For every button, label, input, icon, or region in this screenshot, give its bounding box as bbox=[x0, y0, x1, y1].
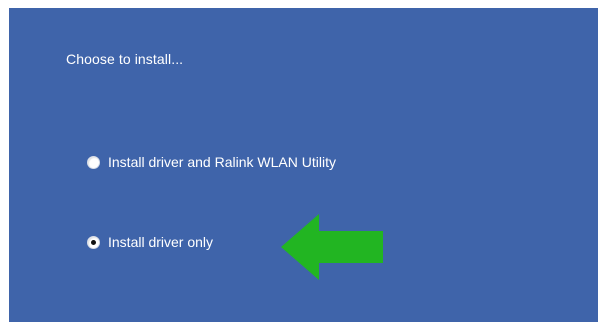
option-driver-and-utility[interactable]: Install driver and Ralink WLAN Utility bbox=[87, 154, 336, 170]
option-driver-and-utility-label[interactable]: Install driver and Ralink WLAN Utility bbox=[108, 154, 336, 170]
choose-install-prompt: Choose to install... bbox=[66, 51, 184, 67]
installer-panel: Choose to install... Install driver and … bbox=[9, 8, 598, 322]
option-driver-only-label[interactable]: Install driver only bbox=[108, 234, 213, 250]
option-driver-only[interactable]: Install driver only bbox=[87, 234, 213, 250]
green-arrow-left-icon bbox=[281, 214, 383, 280]
radio-button-unchecked[interactable] bbox=[87, 155, 100, 169]
radio-button-checked[interactable] bbox=[87, 235, 100, 249]
